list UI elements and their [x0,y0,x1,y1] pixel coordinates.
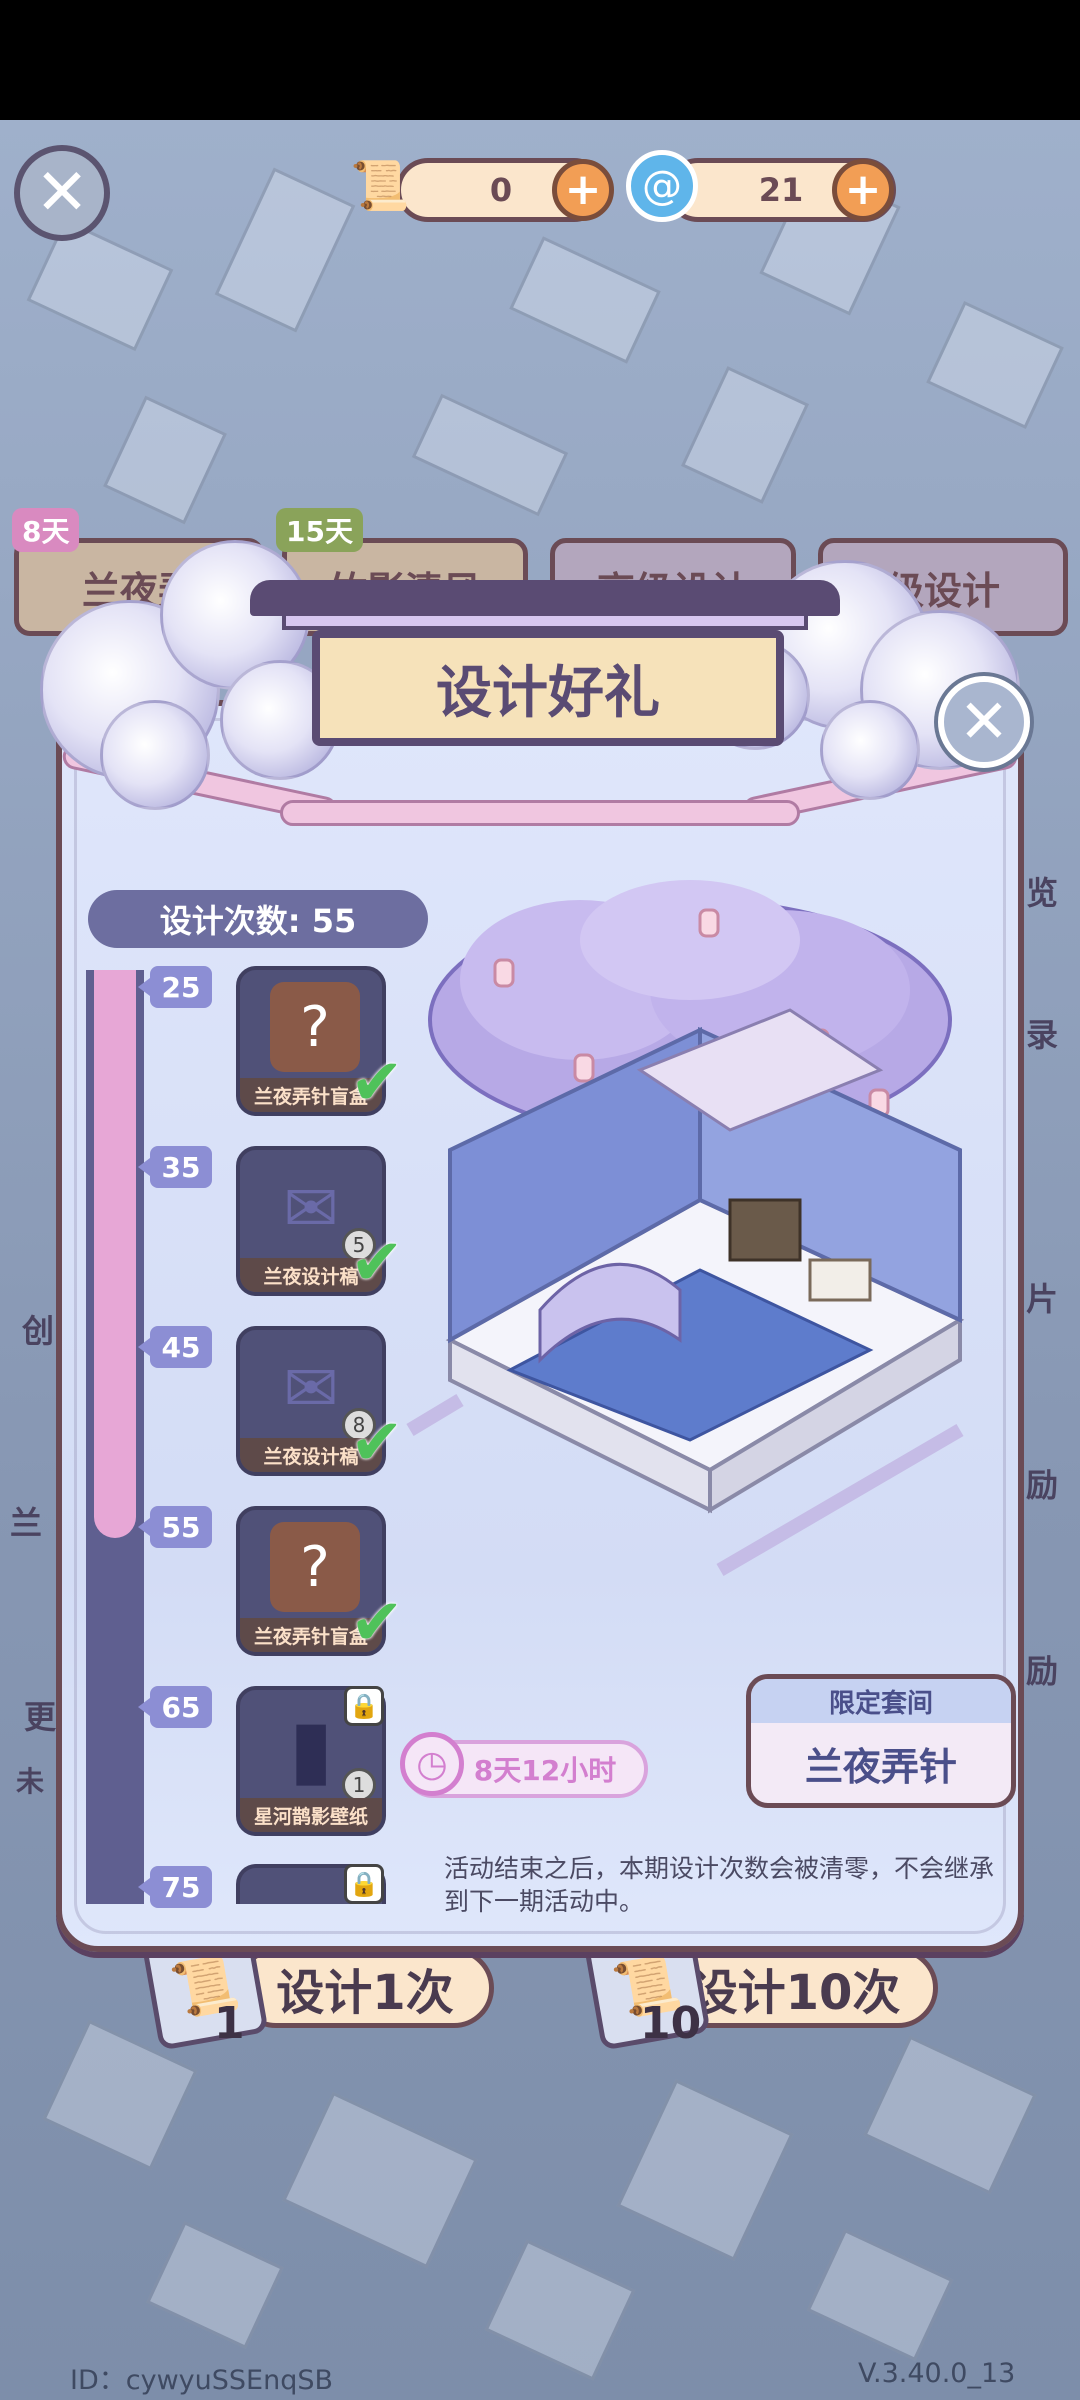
mystery-box-icon: ? [270,1522,360,1612]
side-label[interactable]: 创 [22,1306,54,1352]
modal-title-text: 设计好礼 [436,660,660,726]
design-ten-cost: 10 [640,1998,702,2049]
back-close-button[interactable]: ✕ [14,145,110,241]
limited-suite-header: 限定套间 [751,1679,1011,1723]
reward-quantity: 1 [342,1768,376,1802]
design-scroll-icon: 📜 [350,157,410,214]
timer-text: 8天12小时 [473,1754,617,1787]
limited-suite-card[interactable]: 限定套间 兰夜弄针 [746,1674,1016,1808]
add-gem-button[interactable]: + [832,159,894,221]
lock-icon: 🔒 [344,1686,384,1726]
milestone-threshold: 25 [138,966,212,1008]
add-design-scroll-button[interactable]: + [552,159,614,221]
room-preview-illustration [406,880,965,1577]
side-label[interactable]: 更 [24,1692,56,1738]
design-count-badge: 设计次数: 55 [88,890,428,948]
milestone-threshold: 35 [138,1146,212,1188]
milestone-threshold: 65 [138,1686,212,1728]
tab-badge: 8天 [12,508,80,552]
design-once-button[interactable]: 设计1次 [236,1948,494,2028]
side-label[interactable]: 录 [1026,1010,1058,1056]
spiral-gem-icon: @ [626,150,698,222]
status-bar [0,0,1080,120]
milestone-threshold: 75 [138,1866,212,1908]
reward-label: 星河鹊影壁纸 [240,1798,382,1832]
design-ten-label: 设计10次 [689,1965,901,2021]
modal-title: 设计好礼 [312,630,784,746]
design-scroll-count: 0 [489,171,513,209]
side-label[interactable]: 片 [1026,1274,1058,1320]
tab-badge: 15天 [276,508,363,552]
progress-fill [94,970,136,1538]
limited-suite-name: 兰夜弄针 [804,1744,957,1789]
milestone-threshold: 45 [138,1326,212,1368]
clock-icon: ◷ [400,1732,464,1796]
mystery-box-icon: ? [270,982,360,1072]
check-icon: ✔ [350,1046,404,1120]
close-icon: ✕ [958,687,1010,757]
check-icon: ✔ [350,1586,404,1660]
title-beam [282,612,808,630]
milestone-threshold: 55 [138,1506,212,1548]
check-icon: ✔ [350,1406,404,1480]
reset-notice: 活动结束之后，本期设计次数会被清零，不会继承到下一期活动中。 [444,1854,995,1916]
side-label[interactable]: 未 [16,1760,44,1800]
gem-count: 21 [758,171,804,209]
lock-icon: 🔒 [344,1864,384,1904]
design-once-label: 设计1次 [276,1965,454,2021]
side-label[interactable]: 励 [1026,1646,1058,1692]
user-id: ID：cywyuSSEnqSB [70,2365,333,2396]
version-label: V.3.40.0_13 [858,2358,1016,2389]
modal-close-button[interactable]: ✕ [938,676,1030,768]
title-roof [250,580,840,616]
design-once-cost: 1 [214,1998,245,2049]
side-label[interactable]: 兰 [10,1498,42,1544]
side-label[interactable]: 览 [1026,868,1058,914]
check-icon: ✔ [350,1226,404,1300]
design-count-text: 设计次数: 55 [159,902,357,940]
close-icon: ✕ [35,156,89,230]
side-label[interactable]: 励 [1026,1460,1058,1506]
